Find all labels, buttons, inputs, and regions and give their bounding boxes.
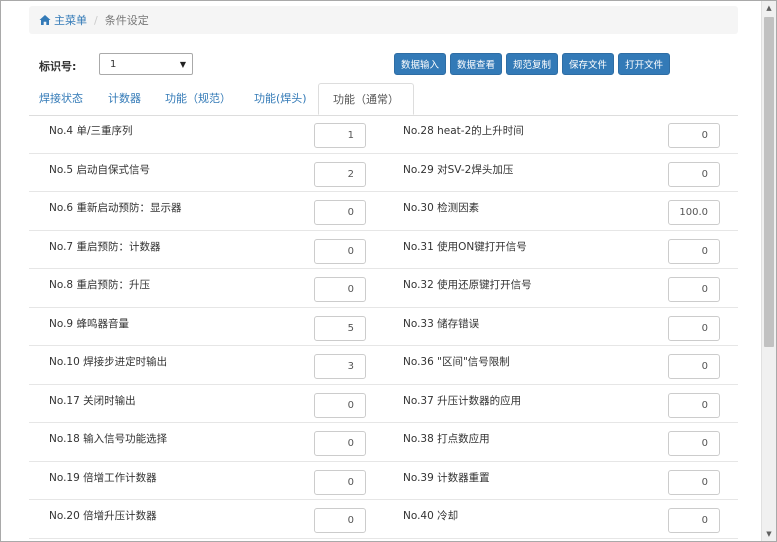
setting-value-input[interactable]: 0 [668,431,720,456]
setting-label: No.38 打点数应用 [403,433,490,445]
scroll-up-icon[interactable]: ▲ [762,1,776,15]
tab-function-spec[interactable]: 功能（规范） [165,90,231,106]
setting-value-input[interactable]: 0 [314,277,366,302]
settings-row: No.6 重新启动预防：显示器 0 No.30 检测因素 100.0 [29,192,738,231]
setting-label: No.31 使用ON键打开信号 [403,240,527,253]
setting-value-input[interactable]: 5 [314,315,366,341]
setting-label: No.8 重启预防：升压 [49,279,150,291]
toolbar: 数据输入 数据查看 规范复制 保存文件 打开文件 [394,53,671,75]
tab-counter[interactable]: 计数器 [108,90,141,106]
setting-value-input[interactable]: 0 [668,315,720,341]
setting-label: No.40 冷却 [403,510,459,522]
setting-label: No.33 储存错误 [403,317,480,330]
settings-row: No.18 输入信号功能选择 0 No.38 打点数应用 0 [29,423,738,462]
data-input-button[interactable]: 数据输入 [394,53,447,75]
home-icon [39,15,51,25]
setting-value-input[interactable]: 0 [314,200,366,225]
scroll-thumb[interactable] [764,17,774,347]
chevron-down-icon: ▼ [179,60,186,69]
save-file-button[interactable]: 保存文件 [562,53,615,75]
setting-label: No.19 倍增工作计数器 [49,471,157,484]
setting-label: No.28 heat-2的上升时间 [403,125,524,137]
setting-value-input[interactable]: 0 [668,277,720,302]
setting-value-input[interactable]: 0 [668,469,720,495]
breadcrumb-separator: / [94,13,98,27]
id-select[interactable]: 1 ▼ [99,53,193,75]
setting-label: No.36 "区间"信号限制 [403,356,510,368]
tab-weld-status[interactable]: 焊接状态 [39,90,83,106]
setting-label: No.6 重新启动预防：显示器 [49,202,182,214]
scroll-down-icon[interactable]: ▼ [762,527,776,541]
setting-label: No.18 输入信号功能选择 [49,433,168,445]
setting-label: No.4 单/三重序列 [49,125,133,137]
settings-row: No.20 倍增升压计数器 0 No.40 冷却 0 [29,500,738,539]
setting-value-input[interactable]: 0 [668,238,720,264]
setting-value-input[interactable]: 2 [314,161,366,187]
settings-row: No.8 重启预防：升压 0 No.32 使用还原键打开信号 0 [29,269,738,308]
setting-value-input[interactable]: 100.0 [668,200,720,225]
settings-row: No.19 倍增工作计数器 0 No.39 计数器重置 0 [29,462,738,500]
settings-row: No.9 蜂鸣器音量 5 No.33 储存错误 0 [29,308,738,346]
settings-row: No.17 关闭时输出 0 No.37 升压计数器的应用 0 [29,385,738,423]
spec-copy-button[interactable]: 规范复制 [506,53,559,75]
setting-label: No.39 计数器重置 [403,471,490,484]
setting-value-input[interactable]: 0 [668,508,720,533]
setting-value-input[interactable]: 0 [314,508,366,533]
id-label: 标识号: [39,60,77,73]
setting-label: No.5 启动自保式信号 [49,163,150,176]
setting-value-input[interactable]: 0 [668,123,720,148]
setting-value-input[interactable]: 0 [668,161,720,187]
id-select-value: 1 [110,58,117,70]
setting-value-input[interactable]: 0 [314,392,366,418]
setting-value-input[interactable]: 1 [314,123,366,148]
vertical-scrollbar[interactable]: ▲ ▼ [761,1,776,541]
settings-grid: No.4 单/三重序列 1 No.28 heat-2的上升时间 0 No.5 启动自保式… [29,115,738,539]
setting-label: No.30 检测因素 [403,202,480,214]
setting-label: No.20 倍增升压计数器 [49,510,157,522]
setting-value-input[interactable]: 0 [314,469,366,495]
setting-label: No.29 对SV-2焊头加压 [403,163,514,176]
setting-label: No.7 重启预防：计数器 [49,240,161,253]
tab-function-general[interactable]: 功能（通常） [318,83,414,115]
settings-row: No.4 单/三重序列 1 No.28 heat-2的上升时间 0 [29,115,738,154]
setting-label: No.17 关闭时输出 [49,394,136,407]
setting-label: No.32 使用还原键打开信号 [403,279,532,291]
setting-label: No.10 焊接步进定时输出 [49,356,168,368]
setting-label: No.9 蜂鸣器音量 [49,317,129,330]
tab-bar: 焊接状态 计数器 功能（规范） 功能(焊头) 功能（通常） [29,83,738,116]
setting-value-input[interactable]: 0 [314,431,366,456]
data-view-button[interactable]: 数据查看 [450,53,503,75]
setting-value-input[interactable]: 3 [314,354,366,379]
breadcrumb-home[interactable]: 主菜单 [39,12,87,28]
settings-row: No.7 重启预防：计数器 0 No.31 使用ON键打开信号 0 [29,231,738,269]
settings-row: No.10 焊接步进定时输出 3 No.36 "区间"信号限制 0 [29,346,738,385]
setting-label: No.37 升压计数器的应用 [403,394,522,407]
breadcrumb: 主菜单 / 条件设定 [29,6,738,34]
breadcrumb-current: 条件设定 [104,14,149,27]
app-window: 主菜单 / 条件设定 标识号: 1 ▼ 数据输入 数据查看 规范复制 保存文件 … [0,0,777,542]
setting-value-input[interactable]: 0 [668,392,720,418]
open-file-button[interactable]: 打开文件 [618,53,671,75]
setting-value-input[interactable]: 0 [314,238,366,264]
breadcrumb-home-label: 主菜单 [54,14,87,27]
settings-row: No.5 启动自保式信号 2 No.29 对SV-2焊头加压 0 [29,154,738,192]
setting-value-input[interactable]: 0 [668,354,720,379]
tab-function-head[interactable]: 功能(焊头) [254,90,307,106]
